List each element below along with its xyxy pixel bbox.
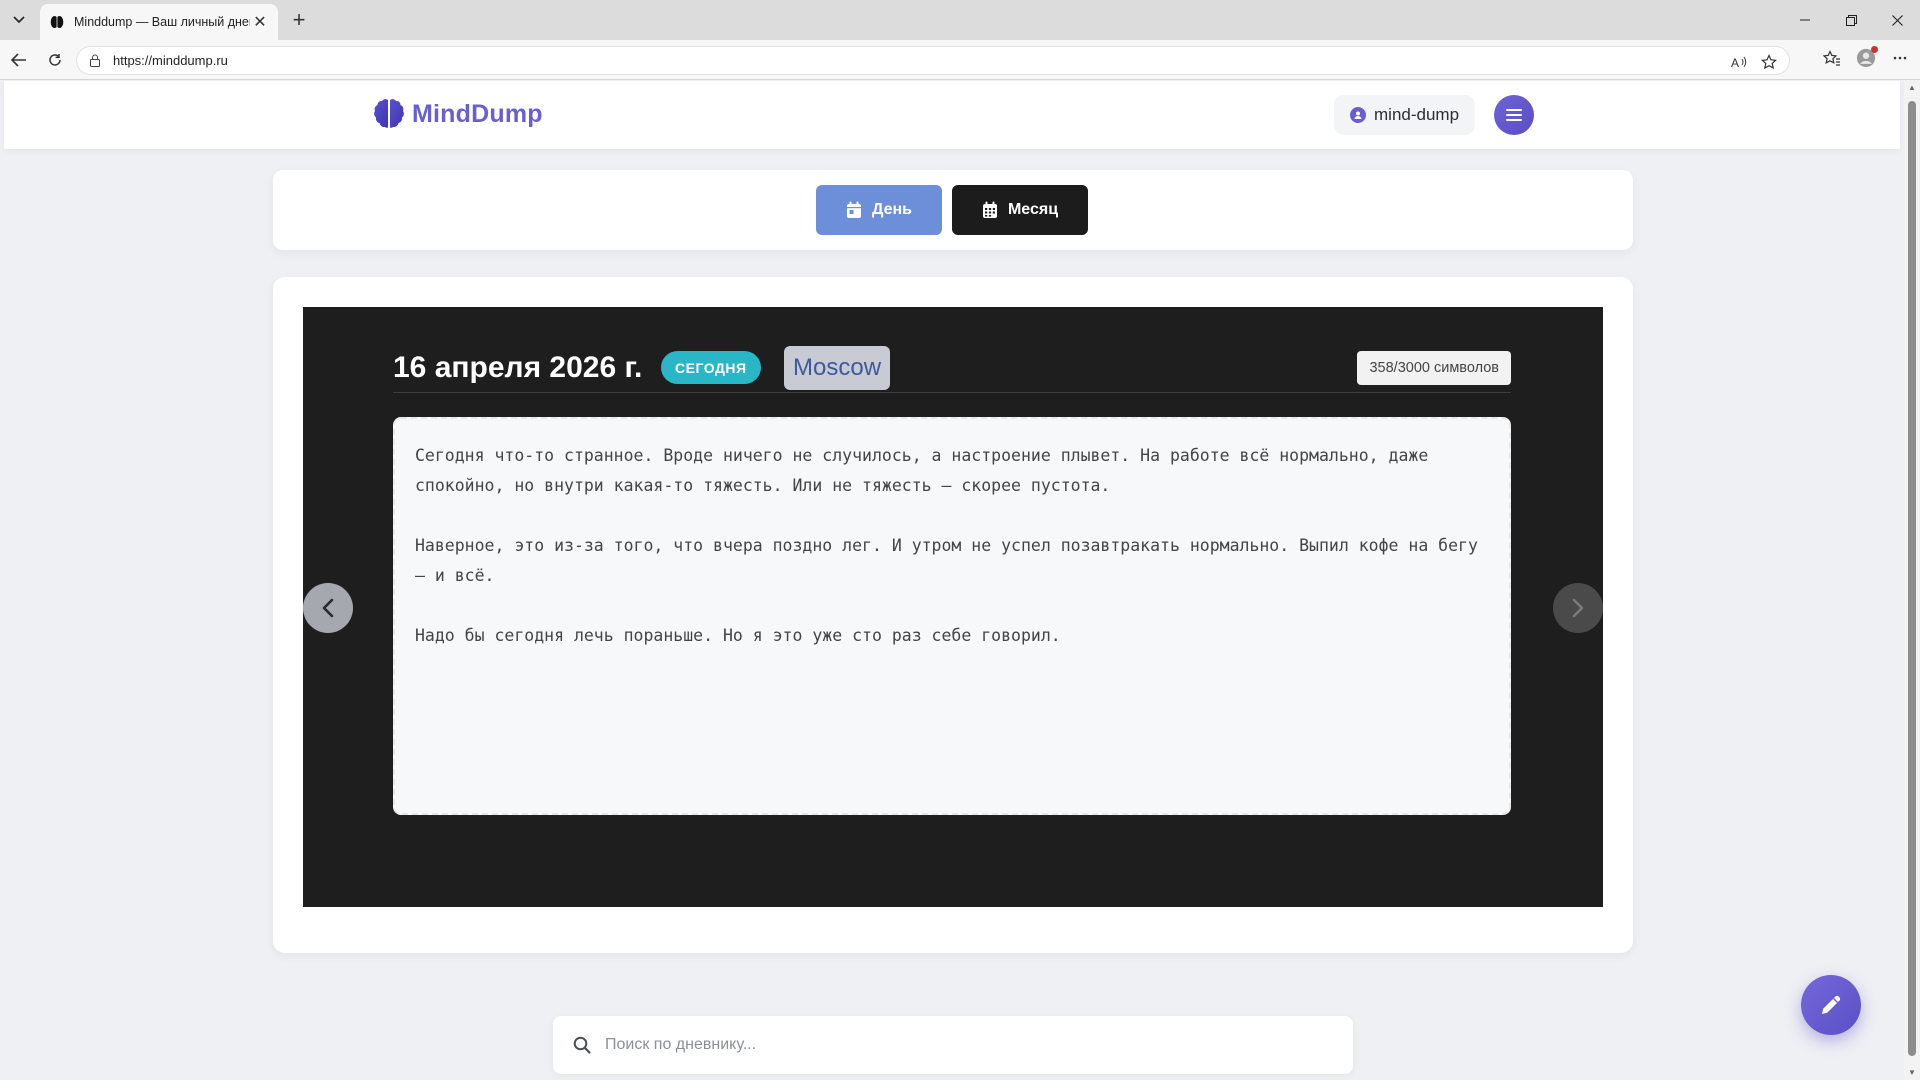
tab-list-button[interactable] [6, 8, 32, 32]
view-switcher: День Месяц [273, 170, 1633, 250]
scrollbar-thumb[interactable] [1908, 101, 1916, 1056]
hamburger-icon [1506, 109, 1522, 121]
diary-entry-panel: 16 апреля 2026 г. СЕГОДНЯ Moscow 358/300… [303, 307, 1603, 907]
previous-day-button[interactable] [303, 583, 353, 633]
url-text: https://minddump.ru [113, 53, 228, 68]
close-tab-icon[interactable]: ✕ [250, 12, 270, 32]
brain-favicon-icon [50, 15, 64, 29]
month-view-label: Месяц [1007, 201, 1059, 218]
day-view-label: День [872, 201, 912, 218]
entry-paragraph: Сегодня что-то странное. Вроде ничего не… [415, 446, 1429, 495]
lock-icon [89, 54, 103, 68]
search-input[interactable] [605, 1036, 1305, 1054]
today-badge: СЕГОДНЯ [661, 351, 761, 384]
site-logo[interactable]: MindDump [372, 97, 543, 131]
browser-tab-bar: Minddump — Ваш личный дневн ✕ + [0, 0, 1920, 40]
user-account-button[interactable]: mind-dump [1334, 95, 1476, 135]
window-controls [1782, 0, 1920, 40]
entry-date: 16 апреля 2026 г. [393, 351, 643, 384]
chevron-left-icon [322, 598, 334, 618]
favorites-icon[interactable] [1822, 48, 1842, 68]
profile-avatar-icon[interactable] [1856, 46, 1878, 68]
url-field[interactable]: https://minddump.ru A [76, 46, 1790, 75]
entry-header: 16 апреля 2026 г. СЕГОДНЯ Moscow 358/300… [393, 329, 1511, 393]
diary-search [553, 1016, 1353, 1074]
more-options-icon[interactable] [1890, 48, 1910, 68]
page-viewport: MindDump mind-dump День Месяц 16 апреля … [0, 81, 1920, 1080]
entry-paragraph: Наверное, это из-за того, что вчера позд… [415, 536, 1478, 585]
scroll-down-arrow-icon[interactable]: ▼ [1907, 1068, 1917, 1078]
chevron-down-icon [13, 16, 25, 24]
svg-text:A: A [1731, 56, 1739, 69]
username-label: mind-dump [1374, 105, 1460, 124]
calendar-day-icon [847, 201, 861, 218]
scroll-up-arrow-icon[interactable]: ▲ [1907, 83, 1917, 93]
day-view-button[interactable]: День [816, 185, 942, 235]
page-scrollbar[interactable]: ▲ ▼ [1904, 81, 1920, 1080]
pencil-icon [1822, 995, 1841, 1014]
new-tab-button[interactable]: + [286, 7, 312, 32]
restore-icon[interactable] [1828, 0, 1874, 40]
close-window-icon[interactable] [1874, 0, 1920, 40]
refresh-icon[interactable] [42, 48, 68, 72]
favorite-star-icon[interactable] [1759, 52, 1779, 72]
browser-tab[interactable]: Minddump — Ваш личный дневн ✕ [40, 4, 278, 40]
next-day-button[interactable] [1553, 583, 1603, 633]
calendar-icon [982, 201, 997, 218]
chevron-right-icon [1572, 598, 1584, 618]
new-entry-button[interactable] [1801, 975, 1861, 1035]
logo-text: MindDump [412, 99, 543, 128]
site-header: MindDump mind-dump [4, 81, 1900, 149]
entry-text-area[interactable]: Сегодня что-то странное. Вроде ничего не… [393, 417, 1511, 815]
search-icon [573, 1036, 591, 1054]
menu-button[interactable] [1494, 95, 1534, 135]
brain-icon [374, 99, 404, 128]
city-tag[interactable]: Moscow [784, 346, 891, 390]
tab-title: Minddump — Ваш личный дневн [74, 15, 250, 29]
back-icon[interactable] [6, 48, 32, 72]
address-bar: https://minddump.ru A [0, 40, 1920, 80]
entry-paragraph: Надо бы сегодня лечь пораньше. Но я это … [415, 626, 1061, 645]
read-aloud-icon[interactable]: A [1729, 52, 1749, 72]
user-circle-icon [1350, 107, 1366, 123]
minimize-icon[interactable] [1782, 0, 1828, 40]
character-counter: 358/3000 символов [1357, 351, 1511, 385]
month-view-button[interactable]: Месяц [952, 185, 1088, 235]
diary-entry-card: 16 апреля 2026 г. СЕГОДНЯ Moscow 358/300… [273, 277, 1633, 953]
